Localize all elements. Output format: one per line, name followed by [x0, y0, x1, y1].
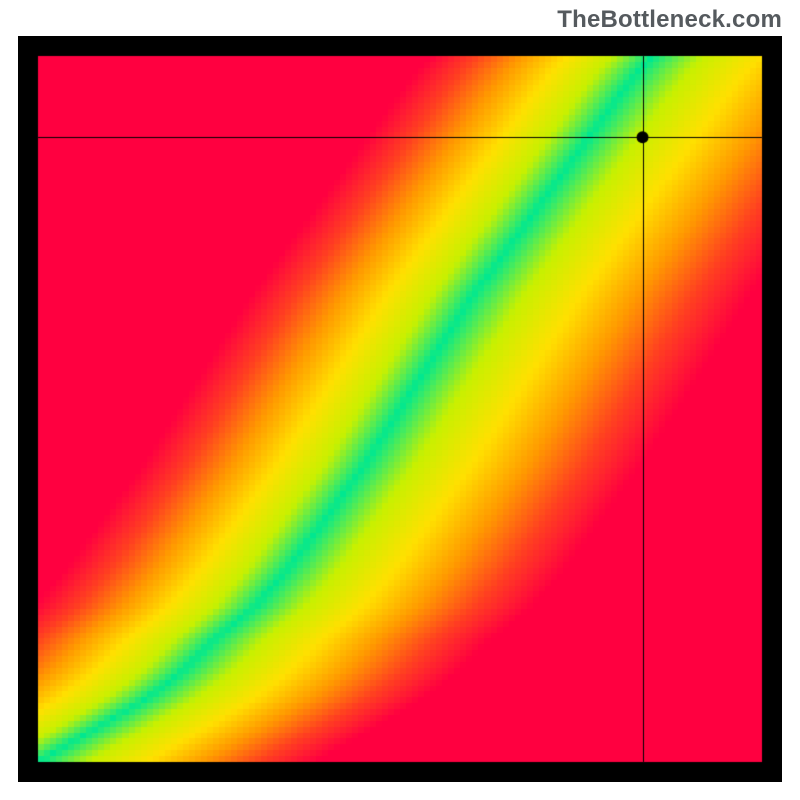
crosshair-overlay: [18, 36, 782, 782]
bottleneck-heatmap: [18, 36, 782, 782]
watermark-text: TheBottleneck.com: [557, 6, 782, 34]
page-root: TheBottleneck.com: [0, 0, 800, 800]
